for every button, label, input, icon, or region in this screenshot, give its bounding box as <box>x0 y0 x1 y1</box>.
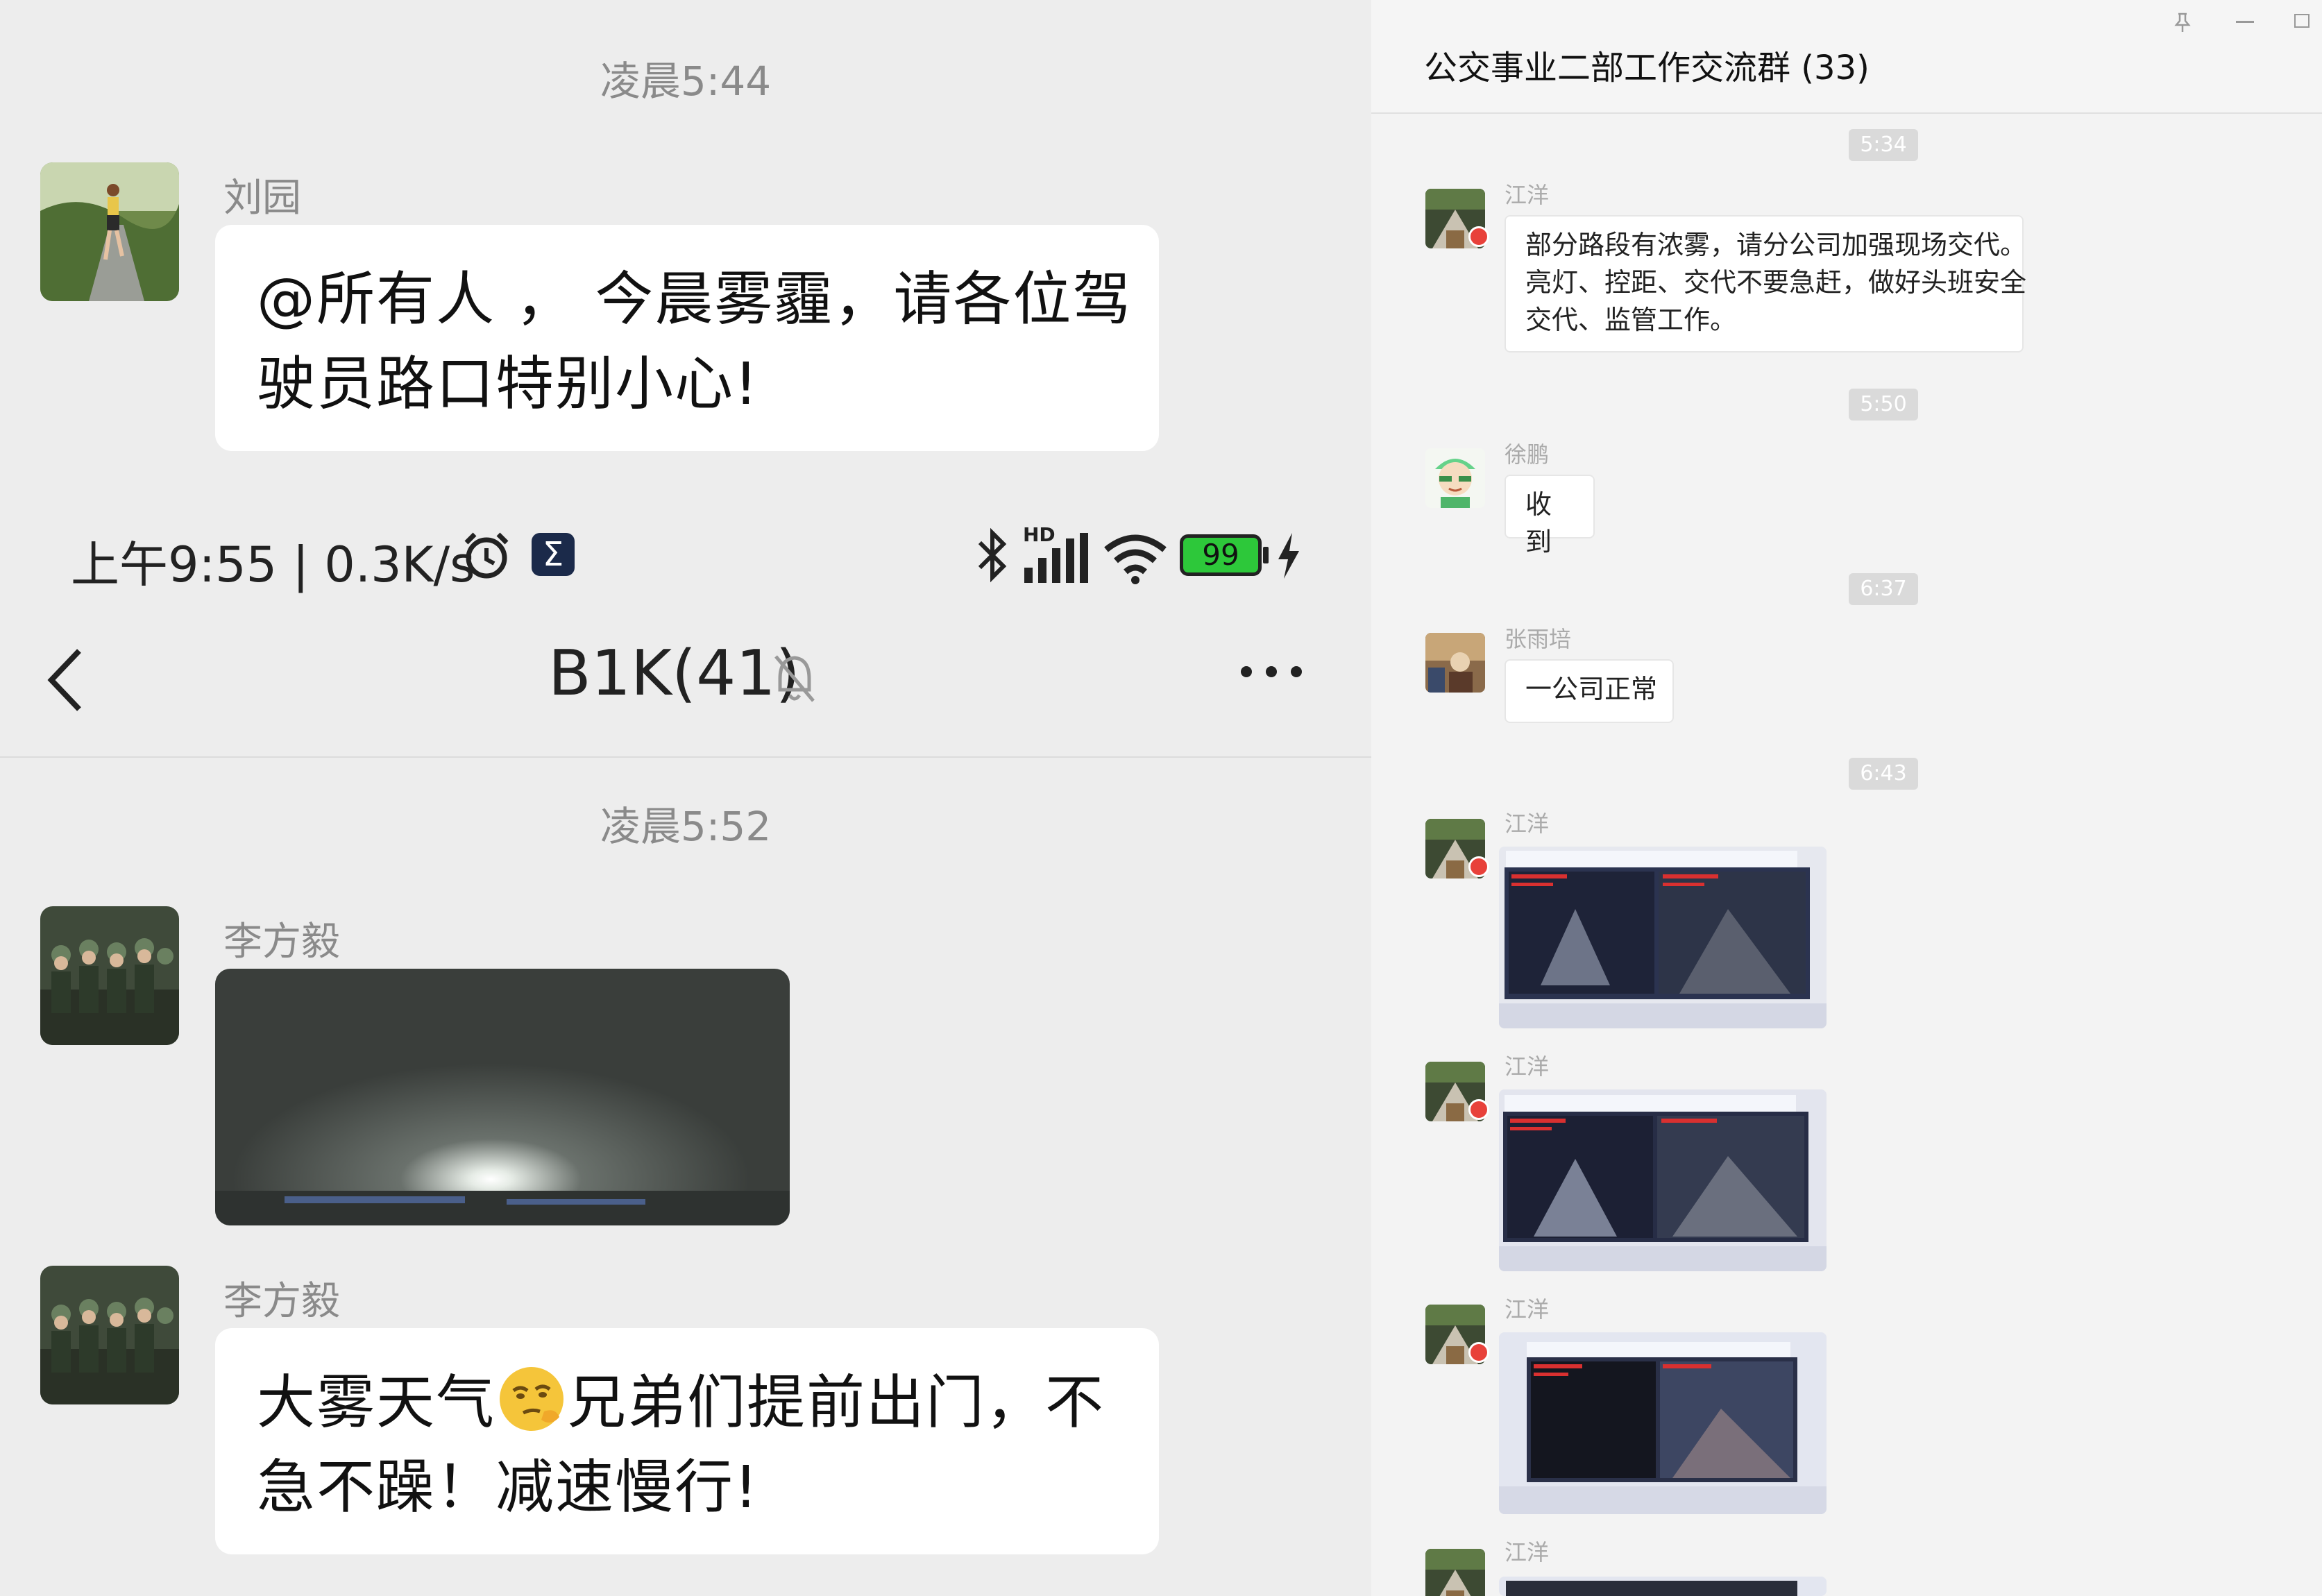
timestamp: 5:50 <box>1849 389 1918 421</box>
bluetooth-icon <box>974 527 1010 586</box>
chevron-left-icon[interactable] <box>44 645 86 718</box>
unread-dot <box>1468 1342 1489 1363</box>
message-bubble[interactable]: 大雾天气 兄弟们提前出门，不 急不躁！减速慢行! <box>215 1328 1159 1554</box>
message-text: 亮灯、控距、交代不要急赶，做好头班安全 <box>1525 267 2027 298</box>
pin-icon[interactable] <box>2173 11 2192 36</box>
sender-name: 李方毅 <box>223 1279 340 1324</box>
sender-name: 江洋 <box>1505 1053 1550 1080</box>
battery-icon: 99 <box>1180 534 1262 576</box>
bolt-icon <box>1274 532 1302 583</box>
unread-dot <box>1468 226 1489 247</box>
battery-level: 99 <box>1202 538 1239 572</box>
message-text: 收到 <box>1525 489 1552 557</box>
sender-name: 江洋 <box>1505 182 1550 208</box>
message-text: 一公司正常 <box>1525 674 1658 704</box>
message-text: 急不躁！减速慢行! <box>257 1453 759 1521</box>
avatar[interactable] <box>1425 633 1485 693</box>
status-time: 上午9:55 | 0.3K/s <box>71 536 475 593</box>
message-text: 大雾天气 <box>257 1368 496 1436</box>
unread-dot <box>1468 856 1489 877</box>
avatar[interactable] <box>40 1266 179 1404</box>
message-bubble[interactable]: 一公司正常 <box>1505 659 1674 723</box>
alarm-icon <box>461 530 512 584</box>
more-dots-icon[interactable] <box>1239 665 1303 681</box>
message-text: 部分路段有浓雾，请分公司加强现场交代。 <box>1525 230 2027 260</box>
timestamp: 5:34 <box>1849 129 1918 161</box>
group-title: 公交事业二部工作交流群 (33) <box>1424 49 1870 87</box>
message-text: 驶员路口特别小心! <box>257 350 759 418</box>
wifi-icon <box>1103 532 1167 587</box>
sender-name: 江洋 <box>1505 810 1550 837</box>
minimize-icon[interactable] <box>2236 21 2254 23</box>
timestamp: 6:37 <box>1849 573 1918 605</box>
timestamp: 凌晨5:52 <box>600 803 772 850</box>
sender-name: 刘园 <box>223 176 301 221</box>
message-text: 交代、监管工作。 <box>1525 305 1737 335</box>
message-text: 兄弟们提前出门，不 <box>568 1368 1105 1436</box>
message-bubble[interactable]: 部分路段有浓雾，请分公司加强现场交代。 亮灯、控距、交代不要急赶，做好头班安全 … <box>1505 215 2027 353</box>
avatar[interactable] <box>40 162 179 301</box>
sender-name: 张雨培 <box>1505 626 1572 652</box>
timestamp: 6:43 <box>1849 758 1918 790</box>
message-line: 大雾天气 兄弟们提前出门，不 <box>257 1360 1117 1445</box>
mobile-chat-panel: 凌晨5:44 刘园 @所有人 ， 今晨雾霾，请各位驾 驶员路口特别小心! 上午9… <box>0 0 1371 1596</box>
image-message[interactable] <box>215 969 790 1225</box>
message-bubble[interactable]: @所有人 ， 今晨雾霾，请各位驾 驶员路口特别小心! <box>215 225 1159 451</box>
maximize-icon[interactable] <box>2294 14 2310 28</box>
message-bubble[interactable]: 收到 <box>1505 475 1595 557</box>
signal-icon <box>1023 532 1090 587</box>
chat-title: B1K(41) <box>548 637 800 710</box>
desktop-chat-panel: 公交事业二部工作交流群 (33) 5:34 江洋 部分路段有浓雾，请分公司加强现… <box>1371 0 2322 1596</box>
battery-tip <box>1263 547 1269 563</box>
timestamp: 凌晨5:44 <box>600 58 772 105</box>
bell-off-icon <box>770 651 819 709</box>
sender-name: 李方毅 <box>223 919 340 965</box>
image-message[interactable] <box>1499 1332 1827 1514</box>
avatar[interactable] <box>1425 448 1485 508</box>
image-message[interactable] <box>1499 1577 1827 1596</box>
avatar[interactable] <box>40 906 179 1045</box>
chat-header: 公交事业二部工作交流群 (33) <box>1371 0 2322 114</box>
thinking-emoji-icon <box>495 1363 568 1435</box>
status-bar: 上午9:55 | 0.3K/s Σ HD 99 <box>0 513 1371 597</box>
sender-name: 江洋 <box>1505 1296 1550 1323</box>
image-message[interactable] <box>1499 1089 1827 1271</box>
sender-name: 江洋 <box>1505 1539 1550 1565</box>
app-notification-badge: Σ <box>532 533 575 576</box>
unread-dot <box>1468 1099 1489 1120</box>
sender-name: 徐鹏 <box>1505 441 1550 468</box>
message-text: @所有人 ， 今晨雾霾，请各位驾 <box>257 265 1133 333</box>
chat-top-bar: B1K(41) <box>0 611 1371 758</box>
avatar[interactable] <box>1425 1549 1485 1596</box>
image-message[interactable] <box>1499 847 1827 1028</box>
